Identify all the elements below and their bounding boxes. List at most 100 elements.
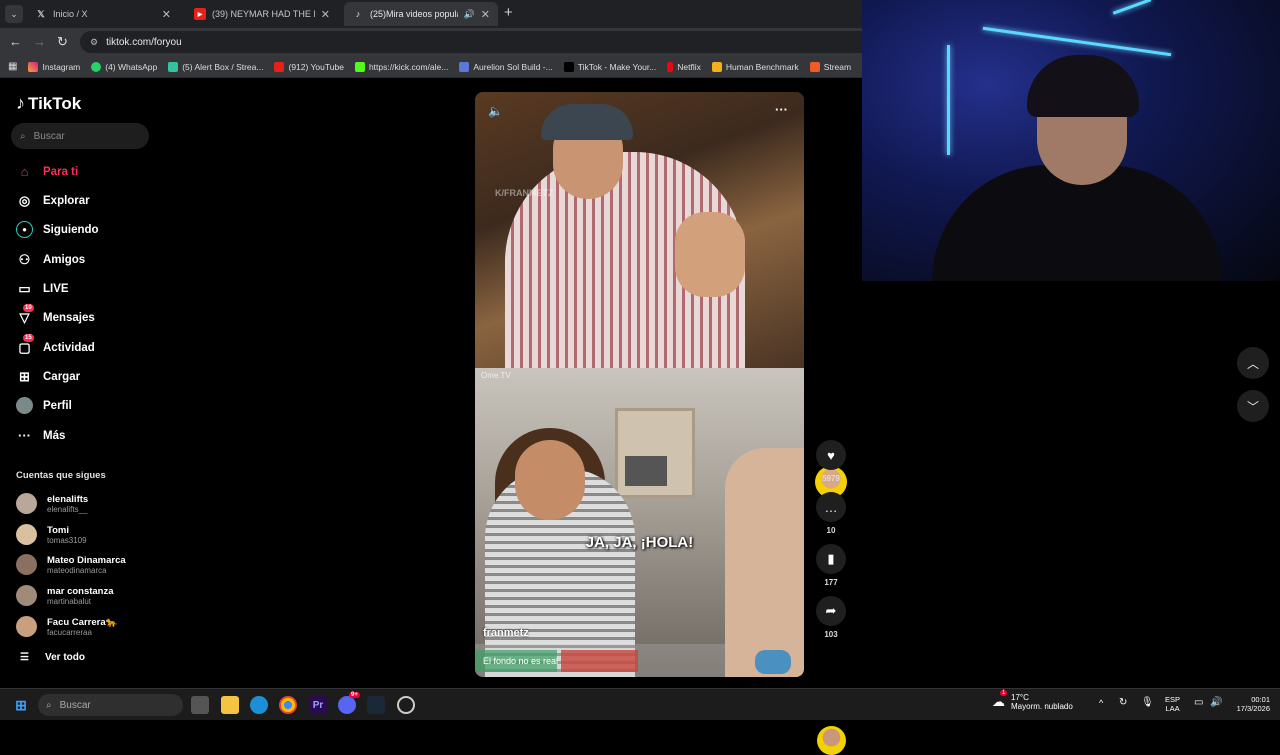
avatar: [16, 524, 37, 545]
steam-icon[interactable]: [367, 696, 385, 714]
nav-label: LIVE: [43, 282, 69, 295]
premiere-icon[interactable]: Pr: [309, 696, 327, 714]
tiktok-icon: [563, 61, 574, 72]
search-icon: ⌕: [46, 699, 52, 711]
close-icon[interactable]: ✕: [321, 8, 330, 21]
led-strip: [1112, 0, 1152, 15]
followed-account[interactable]: Tomi tomas3109: [16, 524, 87, 545]
like-button[interactable]: ♥ 5979: [813, 440, 849, 483]
bookmark-label: TikTok - Make Your...: [577, 61, 657, 72]
network-icon[interactable]: ▭: [1194, 697, 1203, 708]
tab-search-button[interactable]: ⌄: [5, 5, 23, 23]
clock[interactable]: 00:01 17/3/2026: [1228, 695, 1270, 713]
bookmark-label: Aurelion Sol Build -...: [473, 61, 553, 72]
speaker-icon[interactable]: 🔊: [464, 9, 475, 20]
obs-icon[interactable]: [397, 696, 415, 714]
volume-icon[interactable]: 🔊: [1210, 697, 1222, 708]
bookmark-aurelion[interactable]: Aurelion Sol Build -...: [459, 61, 553, 72]
save-button[interactable]: ▮ 177: [813, 544, 849, 587]
video-description[interactable]: El fondo no es real: [475, 644, 725, 677]
nav-live[interactable]: ▭ LIVE: [16, 280, 69, 297]
see-all-link[interactable]: ☰ Ver todo: [20, 652, 85, 663]
bookmark-youtube[interactable]: (912) YouTube: [274, 61, 344, 72]
share-icon: ➦: [816, 596, 846, 626]
video-player[interactable]: K/FRANMETZ 🔈 ··· Ome.TV JA, JA, ¡HOLA! f…: [475, 92, 804, 677]
nav-label: Explorar: [43, 194, 90, 207]
volume-icon[interactable]: 🔈: [488, 104, 503, 118]
nav-explorar[interactable]: ◎ Explorar: [16, 192, 90, 209]
heart-icon: ♥: [816, 440, 846, 470]
reload-icon[interactable]: ↻: [57, 34, 68, 50]
bookmark-netflix[interactable]: Netflix: [667, 61, 701, 72]
nav-cargar[interactable]: ⊞ Cargar: [16, 368, 80, 385]
nav-para-ti[interactable]: ⌂ Para ti: [16, 163, 79, 180]
nav-mensajes[interactable]: ▽ 10 Mensajes: [16, 304, 95, 326]
close-icon[interactable]: ✕: [162, 8, 171, 21]
browser-toolbar: ← → ↻ ⚙ tiktok.com/foryou: [0, 28, 862, 56]
language-indicator[interactable]: ESP LAA: [1165, 695, 1180, 713]
search-icon: ⌕: [20, 130, 26, 142]
bookmark-whatsapp[interactable]: (4) WhatsApp: [91, 61, 157, 72]
bookmark-icon: ▮: [816, 544, 846, 574]
back-icon[interactable]: ←: [9, 34, 22, 49]
edge-icon[interactable]: [250, 696, 268, 714]
bookmark-stream[interactable]: Stream: [809, 61, 851, 72]
stream-icon: [809, 61, 820, 72]
tab-title: (39) NEYMAR HAD THE MOST: [212, 9, 315, 19]
previous-video-button[interactable]: ︿: [1237, 347, 1269, 379]
nav-siguiendo[interactable]: ● Siguiendo: [16, 221, 99, 238]
windows-start-icon[interactable]: ⊞: [12, 696, 30, 714]
video-author[interactable]: franmetz: [483, 627, 529, 639]
nav-perfil[interactable]: Perfil: [16, 397, 72, 414]
bookmark-instagram[interactable]: Instagram: [28, 61, 80, 72]
chrome-icon[interactable]: [279, 696, 297, 714]
site-info-icon[interactable]: ⚙: [90, 37, 98, 48]
notification-badge: 15: [23, 334, 34, 342]
account-handle: tomas3109: [47, 535, 87, 545]
tab-youtube[interactable]: ▶ (39) NEYMAR HAD THE MOST ✕: [186, 2, 338, 26]
live-icon: ▭: [18, 280, 31, 296]
account-name: elenalifts: [47, 493, 89, 505]
tiktok-icon: ♪: [355, 9, 361, 19]
more-options-icon[interactable]: ···: [775, 102, 788, 117]
comment-button[interactable]: … 10: [813, 492, 849, 535]
close-icon[interactable]: ✕: [481, 8, 490, 21]
taskbar-search[interactable]: ⌕ Buscar: [38, 694, 183, 716]
followed-account[interactable]: Mateo Dinamarca mateodinamarca: [16, 554, 126, 575]
nav-mas[interactable]: ··· Más: [16, 427, 65, 444]
x-logo-icon: 𝕏: [37, 8, 45, 19]
music-disc-icon[interactable]: [817, 726, 846, 755]
followed-account[interactable]: Facu Carrera🐆 facucarreraa: [16, 616, 117, 637]
share-button[interactable]: ➦ 103: [813, 596, 849, 639]
new-tab-button[interactable]: +: [504, 4, 513, 21]
search-placeholder: Buscar: [33, 130, 65, 142]
sync-icon[interactable]: ↻: [1119, 697, 1127, 708]
nav-label: Siguiendo: [43, 223, 99, 236]
microphone-icon[interactable]: 🎙: [1141, 697, 1154, 708]
bookmark-tiktok[interactable]: TikTok - Make Your...: [563, 61, 657, 72]
video-microwave: [625, 456, 667, 486]
forward-icon[interactable]: →: [33, 34, 46, 49]
bookmark-kick[interactable]: https://kick.com/ale...: [354, 61, 448, 72]
tiktok-logo[interactable]: ♪ TikTok: [16, 93, 81, 114]
chevron-up-icon[interactable]: ^: [1099, 698, 1103, 708]
weather-widget[interactable]: ☁ 1 17°C Mayorm. nublado: [992, 690, 1073, 711]
tab-tiktok[interactable]: ♪ (25)Mira videos populares 🔊 ✕: [344, 2, 498, 26]
followed-account[interactable]: elenalifts elenalifts__: [16, 493, 88, 514]
tab-x[interactable]: 𝕏 Inicio / X ✕: [27, 2, 179, 26]
followed-account[interactable]: mar constanza martinabalut: [16, 585, 114, 606]
next-video-button[interactable]: ﹀: [1237, 390, 1269, 422]
bookmark-humanbenchmark[interactable]: Human Benchmark: [711, 61, 799, 72]
address-bar[interactable]: ⚙ tiktok.com/foryou: [80, 31, 862, 53]
nav-amigos[interactable]: ⚇ Amigos: [16, 251, 86, 268]
apps-icon[interactable]: ▦: [8, 61, 17, 72]
task-view-icon[interactable]: [191, 696, 209, 714]
compass-icon: ◎: [18, 192, 31, 208]
file-explorer-icon[interactable]: [221, 696, 239, 714]
search-input[interactable]: ⌕ Buscar: [11, 123, 149, 149]
tab-title: (25)Mira videos populares: [370, 9, 458, 19]
nav-label: Actividad: [43, 341, 95, 354]
nav-actividad[interactable]: ▢ 15 Actividad: [16, 334, 95, 356]
bookmark-alertbox[interactable]: (5) Alert Box / Strea...: [168, 61, 263, 72]
discord-icon[interactable]: 9+: [338, 692, 360, 714]
